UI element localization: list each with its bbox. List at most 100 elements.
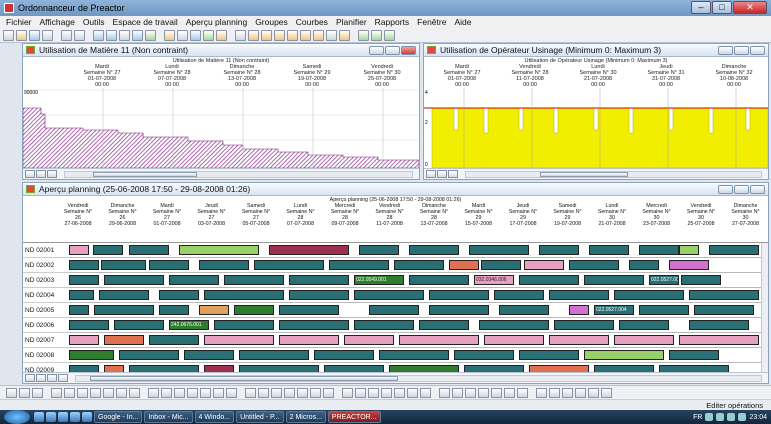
align2-icon[interactable] <box>371 29 382 41</box>
scroll-left-icon[interactable] <box>47 170 57 178</box>
tool-icon[interactable] <box>549 387 560 398</box>
operation-bar[interactable] <box>104 275 164 285</box>
globe-icon[interactable] <box>190 29 201 41</box>
tool-icon[interactable] <box>381 387 392 398</box>
operation-bar[interactable] <box>94 305 154 315</box>
align-icon[interactable] <box>358 29 369 41</box>
tool-icon[interactable] <box>342 387 353 398</box>
tool-icon[interactable] <box>213 387 224 398</box>
task-windows[interactable]: 4 Windo... <box>194 411 235 423</box>
quicklaunch-icon[interactable] <box>58 412 68 422</box>
task-inbox[interactable]: Inbox - Mic... <box>144 411 193 423</box>
undo-icon[interactable] <box>61 29 72 41</box>
operation-bar[interactable] <box>104 335 144 345</box>
schedule-forward-icon[interactable] <box>248 29 259 41</box>
chart-icon[interactable] <box>132 29 143 41</box>
redo-icon[interactable] <box>74 29 85 41</box>
schedule-icon[interactable] <box>274 29 285 41</box>
zoom-in-icon[interactable] <box>25 170 35 178</box>
unschedule-icon[interactable] <box>326 29 337 41</box>
tool-icon[interactable] <box>116 387 127 398</box>
tool-icon[interactable] <box>536 387 547 398</box>
operation-bar[interactable] <box>679 335 759 345</box>
operation-bar[interactable] <box>679 245 699 255</box>
operation-bar[interactable] <box>269 245 349 255</box>
tool-icon[interactable] <box>148 387 159 398</box>
tool-icon[interactable] <box>504 387 515 398</box>
sequence2-icon[interactable] <box>300 29 311 41</box>
menu-planifier[interactable]: Planifier <box>332 17 371 27</box>
menu-outils[interactable]: Outils <box>79 17 109 27</box>
tool-icon[interactable] <box>601 387 612 398</box>
filter-icon[interactable] <box>177 29 188 41</box>
operation-bar[interactable]: 032.0346.006 <box>474 275 514 285</box>
operation-bar[interactable] <box>279 320 349 330</box>
scroll-right-icon[interactable] <box>58 374 68 382</box>
zoom-out-icon[interactable] <box>36 374 46 382</box>
schedule-backward-icon[interactable] <box>261 29 272 41</box>
resource-row-label[interactable]: ND 02008 <box>23 348 69 363</box>
menu-groupes[interactable]: Groupes <box>251 17 292 27</box>
operation-bar[interactable] <box>379 350 449 360</box>
tool-icon[interactable] <box>394 387 405 398</box>
resource-row-label[interactable]: ND 02002 <box>23 258 69 273</box>
operation-bar[interactable] <box>499 305 549 315</box>
operation-bar[interactable] <box>69 275 99 285</box>
operation-bar[interactable] <box>681 275 721 285</box>
tool-icon[interactable] <box>588 387 599 398</box>
tool-icon[interactable] <box>187 387 198 398</box>
tool-icon[interactable] <box>32 387 43 398</box>
operation-bar[interactable] <box>549 335 609 345</box>
print-icon[interactable] <box>42 29 53 41</box>
task-preactor[interactable]: PREACTOR... <box>327 411 381 423</box>
operation-bar[interactable] <box>289 275 349 285</box>
network-icon[interactable] <box>716 413 725 421</box>
operation-bar[interactable] <box>204 290 284 300</box>
task-micros[interactable]: 2 Micros... <box>285 411 326 423</box>
operation-bar[interactable] <box>619 320 669 330</box>
operation-bar[interactable] <box>354 320 414 330</box>
operation-bar[interactable] <box>669 350 719 360</box>
operation-bar[interactable] <box>689 290 759 300</box>
resource-row-label[interactable]: ND 02004 <box>23 288 69 303</box>
view-icon[interactable] <box>93 29 104 41</box>
tool-icon[interactable] <box>407 387 418 398</box>
resource-row-label[interactable]: ND 02003 <box>23 273 69 288</box>
operation-bar[interactable] <box>369 305 419 315</box>
tool-icon[interactable] <box>297 387 308 398</box>
operation-bar[interactable] <box>234 305 274 315</box>
operation-bar[interactable] <box>69 245 89 255</box>
menu-espace-de-travail[interactable]: Espace de travail <box>109 17 182 27</box>
operation-bar[interactable] <box>69 290 94 300</box>
operation-bar[interactable] <box>669 260 709 270</box>
restore-button[interactable] <box>385 46 400 55</box>
operation-bar[interactable] <box>554 320 614 330</box>
tool-icon[interactable] <box>323 387 334 398</box>
sequence3-icon[interactable] <box>313 29 324 41</box>
menu-affichage[interactable]: Affichage <box>36 17 79 27</box>
operation-bar[interactable] <box>129 245 169 255</box>
operation-bar[interactable]: 022.0527.004 <box>594 305 634 315</box>
horizontal-scrollbar[interactable] <box>75 374 762 382</box>
tool-icon[interactable] <box>90 387 101 398</box>
minimize-button[interactable] <box>718 46 733 55</box>
zoom-in-icon[interactable] <box>426 170 436 178</box>
tool-icon[interactable] <box>562 387 573 398</box>
tool-icon[interactable] <box>103 387 114 398</box>
operation-bar[interactable] <box>119 350 179 360</box>
operation-bar[interactable] <box>314 350 374 360</box>
operation-bar[interactable] <box>69 320 109 330</box>
align3-icon[interactable] <box>384 29 395 41</box>
operation-bar[interactable] <box>149 260 189 270</box>
menu-apercu-planning[interactable]: Aperçu planning <box>182 17 251 27</box>
tool-icon[interactable] <box>258 387 269 398</box>
operation-bar[interactable] <box>179 245 259 255</box>
tool-icon[interactable] <box>575 387 586 398</box>
menu-aide[interactable]: Aide <box>450 17 475 27</box>
resource-row-label[interactable]: ND 02006 <box>23 318 69 333</box>
close-button[interactable]: ✕ <box>733 1 767 14</box>
tool-icon[interactable] <box>203 29 214 41</box>
operation-bar[interactable] <box>159 305 189 315</box>
tool-icon[interactable] <box>129 387 140 398</box>
save-icon[interactable] <box>29 29 40 41</box>
